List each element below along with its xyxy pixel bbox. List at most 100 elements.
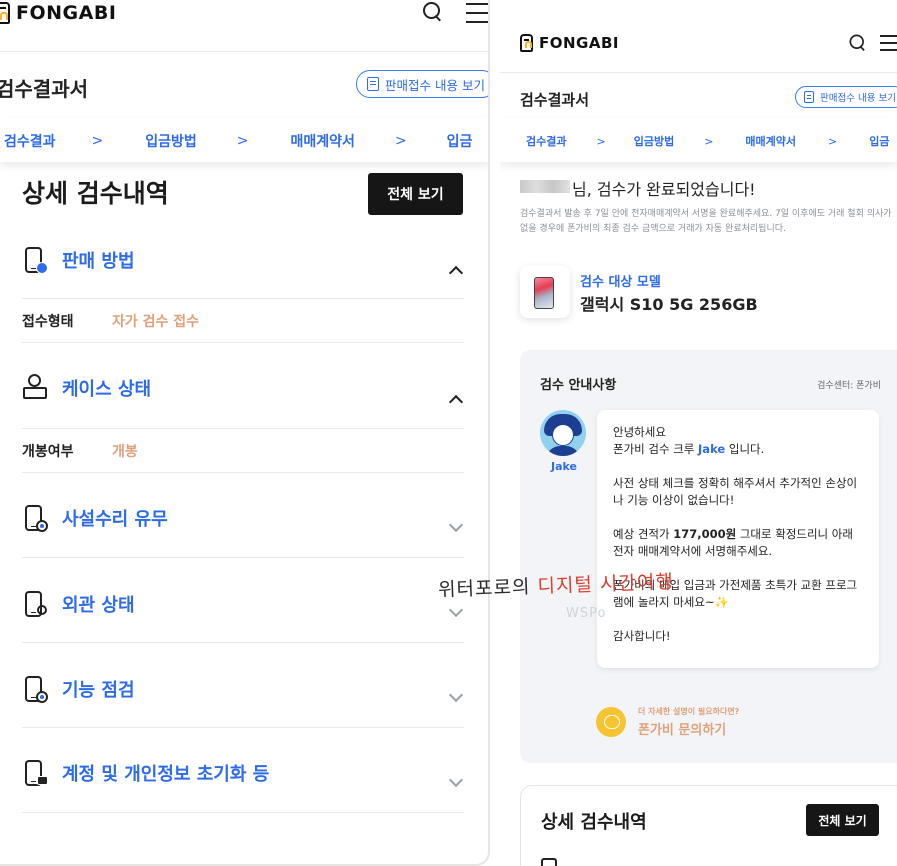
accordion-sales-method[interactable]: 판매 방법 [22,245,135,275]
accordion-appearance[interactable]: 외관 상태 [22,589,135,619]
accordion-label: 외관 상태 [62,595,135,616]
fongabi-logo-icon [520,34,533,52]
search-icon[interactable] [423,2,443,22]
chevron-down-icon[interactable] [448,772,464,788]
phone-gear-icon [22,674,48,704]
chevron-right-icon: > [91,133,104,149]
divider [0,51,488,52]
detail-section-title: 상세 검수내역 [541,812,647,833]
view-all-button[interactable]: 전체 보기 [806,804,879,836]
menu-icon[interactable] [880,35,897,51]
view-all-button[interactable]: 전체 보기 [368,173,463,215]
detail-section-title: 상세 검수내역 [22,179,169,208]
row-key: 개봉여부 [22,444,74,460]
accordion-label: 사설수리 유무 [62,509,168,530]
divider [22,642,464,643]
detail-row: 개봉여부 개봉 [22,441,138,461]
left-header: FONGABI [0,0,488,32]
divider [22,472,464,473]
chevron-up-icon[interactable] [448,394,464,410]
model-label: 검수 대상 모델 [580,275,661,290]
sales-receipt-button[interactable]: 판매접수 내용 보기 [356,70,488,98]
avatar [540,410,586,456]
document-icon [804,91,814,103]
inquiry-link[interactable]: 더 자세한 설명이 필요하다면? 폰가비 문의하기 [596,706,739,738]
step-list: 검수결과 > 입금방법 > 매매계약서 > 입금 [526,133,889,149]
phone-check-icon [22,245,48,275]
row-value: 개봉 [112,444,138,460]
estimated-price: 177,000원 [673,527,737,541]
chevron-right-icon: > [704,134,714,148]
accordion-label: 판매 방법 [62,251,135,272]
step-result[interactable]: 검수결과 [4,131,56,151]
inquiry-hint: 더 자세한 설명이 필요하다면? [638,707,740,716]
guide-title: 검수 안내사항 [540,378,617,393]
sales-receipt-label: 판매접수 내용 보기 [820,93,896,104]
fongabi-logo[interactable]: FONGABI [520,34,619,52]
sales-receipt-label: 판매접수 내용 보기 [385,77,485,93]
step-contract[interactable]: 매매계약서 [291,131,355,151]
chevron-right-icon: > [236,133,249,149]
message-bubble: 안녕하세요 폰가비 검수 크루 Jake 입니다. 사전 상태 체크를 정확히 … [597,410,879,668]
price-intro: 예상 견적가 [613,527,674,541]
avatar-name: Jake [551,460,577,473]
document-icon [367,77,379,91]
chevron-up-icon[interactable] [448,265,464,281]
step-deposit-method[interactable]: 입금방법 [634,133,674,149]
chevron-down-icon[interactable] [448,602,464,618]
accordion-label: 케이스 상태 [62,379,152,400]
detail-row: 접수형태 자가 검수 접수 [22,311,199,331]
model-name: 갤럭시 S10 5G 256GB [580,295,758,314]
page-title: 검수결과서 [0,77,88,101]
box-coin-icon [22,373,48,403]
guide-center: 검수센터: 폰가비 [817,381,881,391]
sparkle-icon: ✨ [714,595,729,609]
sales-receipt-button[interactable]: 판매접수 내용 보기 [795,86,897,108]
right-panel: FONGABI 검수결과서 판매접수 내용 보기 검수결과 > 입금방법 > 매… [500,0,897,866]
phone-icon [541,858,557,866]
step-deposit[interactable]: 입금 [447,131,473,151]
fongabi-logo-icon [0,2,10,24]
page-title: 검수결과서 [520,91,590,109]
greeting-end: 입니다. [725,442,765,456]
divider [22,727,464,728]
row-key: 접수형태 [22,314,74,330]
search-icon[interactable] [849,34,867,52]
menu-icon[interactable] [466,3,488,23]
step-deposit-method[interactable]: 입금방법 [145,131,197,151]
step-result[interactable]: 검수결과 [526,133,566,149]
left-panel: FONGABI 검수결과서 판매접수 내용 보기 검수결과 > 입금방법 > 매… [0,0,490,866]
chevron-right-icon: > [828,134,838,148]
divider [22,812,464,813]
step-contract[interactable]: 매매계약서 [745,133,796,149]
accordion-label: 계정 및 개인정보 초기화 등 [62,764,270,785]
watermark-text: 위터포로의 [437,575,538,602]
fongabi-logo[interactable]: FONGABI [0,2,116,24]
message-check: 사전 상태 체크를 정확히 해주셔서 추가적인 손상이나 기능 이상이 없습니다… [613,476,858,507]
step-list: 검수결과 > 입금방법 > 매매계약서 > 입금 [4,131,472,151]
notice-text: 검수결과서 발송 후 7일 안에 전자매매계약서 서명을 완료해주세요. 7일 … [520,209,892,234]
detail-card: 상세 검수내역 전체 보기 [520,785,897,866]
chevron-down-icon[interactable] [448,687,464,703]
model-thumbnail [520,266,570,318]
divider [22,342,464,343]
brand-name: FONGABI [16,2,117,24]
crew-name: Jake [698,442,726,456]
message-greeting: 안녕하세요 폰가비 검수 크루 Jake 입니다. [613,424,865,458]
phone-lock-icon [22,758,48,788]
accordion-private-repair[interactable]: 사설수리 유무 [22,503,168,533]
accordion-account-reset[interactable]: 계정 및 개인정보 초기화 등 [22,758,269,788]
chevron-right-icon: > [596,134,606,148]
watermark-highlight: 디지털 시간여행 [537,570,675,598]
accordion-function-check[interactable]: 기능 점검 [22,674,135,704]
divider [500,72,897,73]
row-value: 자가 검수 접수 [112,314,200,330]
divider [22,428,464,429]
watermark-sub: WSPo [566,606,607,621]
phone-image [534,277,554,309]
accordion-label: 기능 점검 [62,680,135,701]
step-deposit[interactable]: 입금 [869,133,889,149]
message-thanks: 감사합니다! [613,629,671,643]
accordion-case-state[interactable]: 케이스 상태 [22,373,151,403]
chevron-down-icon[interactable] [448,517,464,533]
